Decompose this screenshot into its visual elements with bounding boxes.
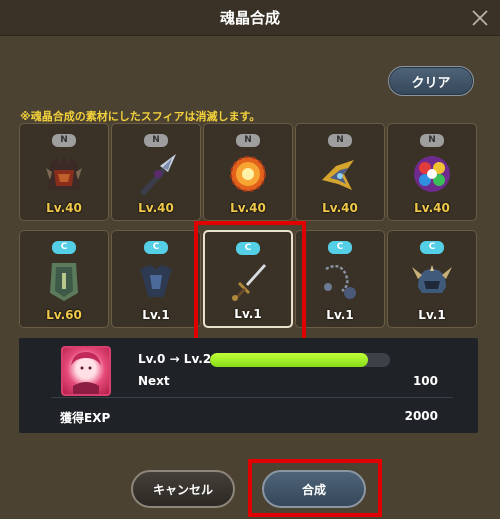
horned-helmet-icon [408, 257, 456, 305]
rainbow-flower-icon [408, 150, 456, 198]
drill-spear-icon [132, 150, 180, 198]
rarity-badge: C [328, 241, 352, 254]
rarity-badge: N [236, 134, 260, 147]
rarity-badge: C [420, 241, 444, 254]
title-bar: 魂晶合成 [0, 0, 500, 36]
dark-armor-icon [132, 257, 180, 305]
level-change: Lv.0 → Lv.2 [138, 352, 212, 366]
result-panel: Lv.0 → Lv.2 Next 100 獲得EXP 2000 [19, 338, 478, 433]
material-slot-8[interactable]: C Lv.1 [203, 230, 293, 328]
slot-level: Lv.1 [418, 308, 446, 322]
next-value: 100 [412, 374, 438, 388]
slot-level: Lv.40 [322, 201, 358, 215]
clear-button[interactable]: クリア [388, 66, 474, 96]
cancel-button[interactable]: キャンセル [131, 470, 235, 508]
material-slot-7[interactable]: C Lv.1 [111, 230, 201, 328]
slot-level: Lv.1 [234, 307, 262, 321]
slot-level: Lv.40 [414, 201, 450, 215]
rarity-badge: N [144, 134, 168, 147]
rarity-badge: N [52, 134, 76, 147]
material-slot-6[interactable]: C Lv.60 [19, 230, 109, 328]
next-label: Next [138, 374, 170, 388]
flame-orb-icon [224, 150, 272, 198]
rarity-badge: C [236, 242, 260, 255]
avatar [61, 346, 111, 396]
rarity-badge: N [328, 134, 352, 147]
material-slot-9[interactable]: C Lv.1 [295, 230, 385, 328]
close-icon[interactable] [470, 8, 490, 28]
chain-flail-icon [316, 257, 364, 305]
slot-level: Lv.40 [138, 201, 174, 215]
material-slot-3[interactable]: N Lv.40 [203, 123, 293, 221]
rarity-badge: C [144, 241, 168, 254]
rarity-badge: N [420, 134, 444, 147]
slot-level: Lv.60 [46, 308, 82, 322]
sword-icon [224, 258, 272, 306]
gained-exp-label: 獲得EXP [60, 411, 111, 425]
exp-bar [210, 353, 390, 367]
slot-level: Lv.40 [230, 201, 266, 215]
divider [51, 397, 453, 398]
slot-level: Lv.40 [46, 201, 82, 215]
rarity-badge: C [52, 241, 76, 254]
demon-armor-icon [40, 150, 88, 198]
gold-bow-icon [316, 150, 364, 198]
synthesize-button[interactable]: 合成 [262, 470, 366, 508]
material-slot-4[interactable]: N Lv.40 [295, 123, 385, 221]
material-slot-1[interactable]: N Lv.40 [19, 123, 109, 221]
material-slot-10[interactable]: C Lv.1 [387, 230, 477, 328]
slot-level: Lv.1 [142, 308, 170, 322]
shield-icon [40, 257, 88, 305]
dialog-title: 魂晶合成 [219, 9, 280, 27]
exp-bar-fill [210, 353, 369, 367]
gained-exp-value: 2000 [404, 409, 438, 423]
notice-text: ※魂晶合成の素材にしたスフィアは消滅します。 [20, 110, 261, 123]
material-slot-5[interactable]: N Lv.40 [387, 123, 477, 221]
slot-level: Lv.1 [326, 308, 354, 322]
material-slot-2[interactable]: N Lv.40 [111, 123, 201, 221]
